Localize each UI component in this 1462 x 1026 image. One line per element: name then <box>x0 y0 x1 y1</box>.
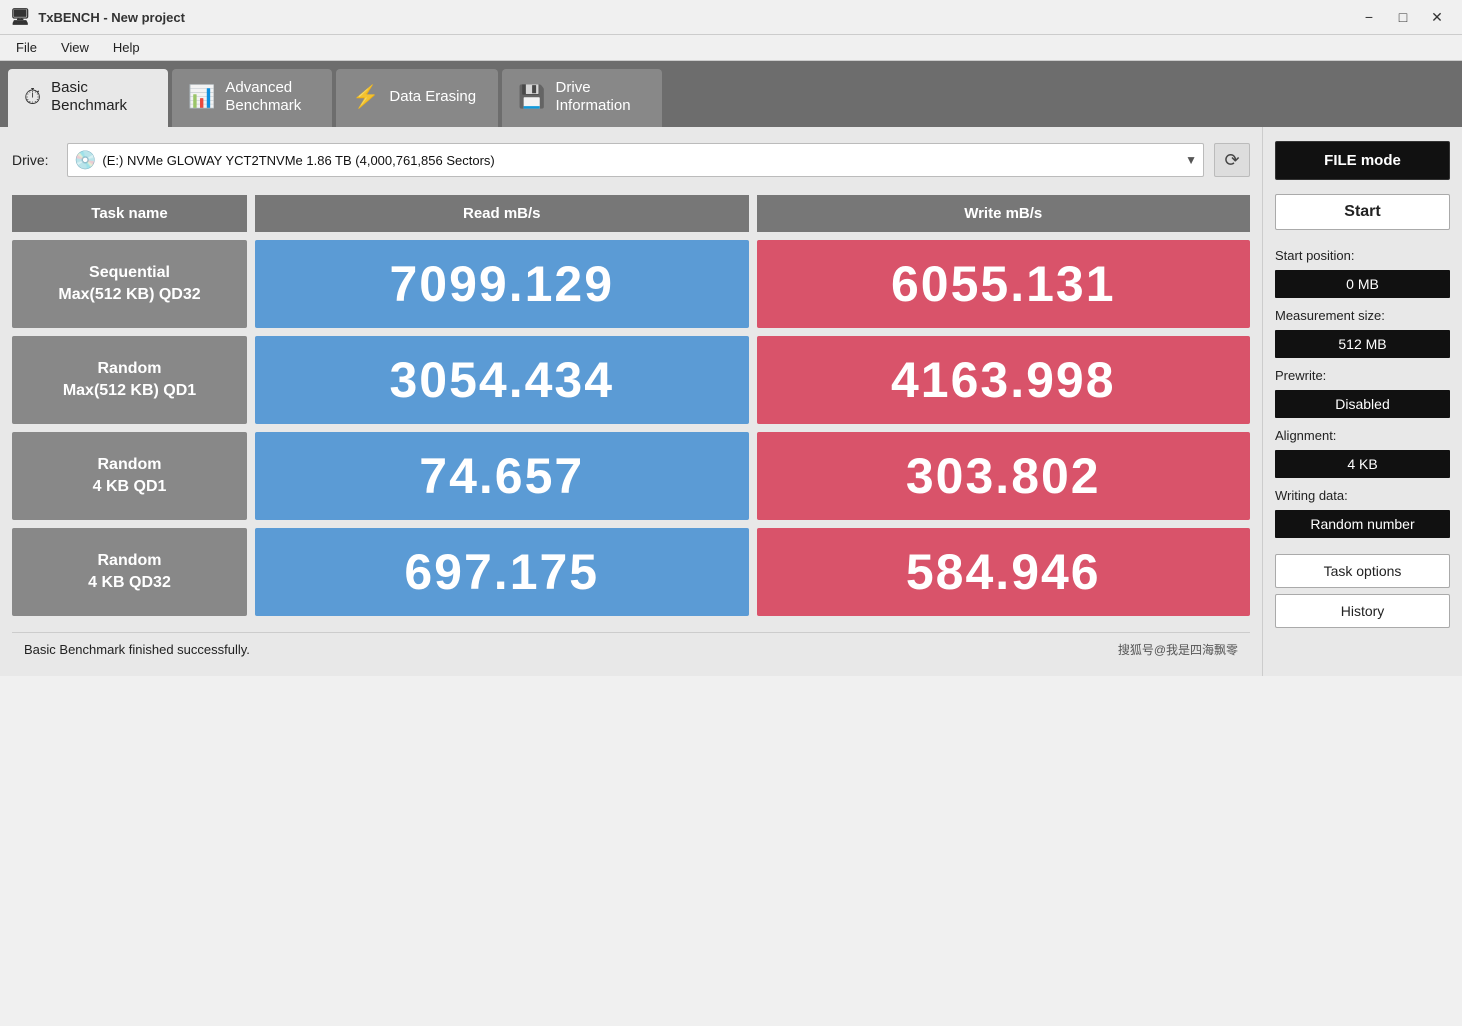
write-value-random-4k-qd1: 303.802 <box>757 432 1251 520</box>
task-name-random-512-qd1: RandomMax(512 KB) QD1 <box>12 336 247 424</box>
drive-select-icon: 💿 <box>74 150 96 171</box>
main-content: Drive: 💿 (E:) NVMe GLOWAY YCT2TNVMe 1.86… <box>0 127 1462 676</box>
measurement-size-label: Measurement size: <box>1275 308 1450 323</box>
drive-select-wrapper[interactable]: 💿 (E:) NVMe GLOWAY YCT2TNVMe 1.86 TB (4,… <box>67 143 1204 177</box>
writing-data-value: Random number <box>1275 510 1450 538</box>
left-panel: Drive: 💿 (E:) NVMe GLOWAY YCT2TNVMe 1.86… <box>0 127 1262 676</box>
right-panel: FILE mode Start Start position: 0 MB Mea… <box>1262 127 1462 676</box>
history-button[interactable]: History <box>1275 594 1450 628</box>
bench-header-write: Write mB/s <box>757 195 1251 232</box>
tab-drive-information[interactable]: 💾 DriveInformation <box>502 69 662 127</box>
measurement-size-value: 512 MB <box>1275 330 1450 358</box>
write-value-sequential: 6055.131 <box>757 240 1251 328</box>
read-value-random-512-qd1: 3054.434 <box>255 336 749 424</box>
menu-file[interactable]: File <box>6 37 47 58</box>
status-message: Basic Benchmark finished successfully. <box>24 642 250 657</box>
menu-help[interactable]: Help <box>103 37 150 58</box>
read-value-random-4k-qd32: 697.175 <box>255 528 749 616</box>
bench-header: Task name Read mB/s Write mB/s <box>12 195 1250 232</box>
table-row: Random4 KB QD32 697.175 584.946 <box>12 528 1250 616</box>
writing-data-label: Writing data: <box>1275 488 1450 503</box>
data-erasing-icon: ⚡ <box>352 84 379 110</box>
refresh-icon: ⟳ <box>1224 150 1239 171</box>
basic-benchmark-icon: ⏱ <box>24 84 41 110</box>
minimize-button[interactable]: − <box>1354 6 1384 28</box>
read-value-random-4k-qd1: 74.657 <box>255 432 749 520</box>
task-name-random-4k-qd32: Random4 KB QD32 <box>12 528 247 616</box>
tab-data-erasing[interactable]: ⚡ Data Erasing <box>336 69 498 127</box>
title-bar-controls: − □ ✕ <box>1354 6 1452 28</box>
tab-advanced-benchmark-label: AdvancedBenchmark <box>225 79 301 115</box>
table-row: SequentialMax(512 KB) QD32 7099.129 6055… <box>12 240 1250 328</box>
tab-basic-benchmark[interactable]: ⏱ BasicBenchmark <box>8 69 168 127</box>
watermark: 搜狐号@我是四海飘零 <box>1118 641 1238 658</box>
alignment-label: Alignment: <box>1275 428 1450 443</box>
title-bar: 🖥 TxBENCH - New project − □ ✕ <box>0 0 1462 35</box>
write-value-random-512-qd1: 4163.998 <box>757 336 1251 424</box>
advanced-benchmark-icon: 📊 <box>188 84 215 110</box>
status-bar: Basic Benchmark finished successfully. 搜… <box>12 632 1250 666</box>
tab-basic-benchmark-label: BasicBenchmark <box>51 79 127 115</box>
tab-drive-information-label: DriveInformation <box>556 79 631 115</box>
prewrite-label: Prewrite: <box>1275 368 1450 383</box>
maximize-button[interactable]: □ <box>1388 6 1418 28</box>
title-bar-left: 🖥 TxBENCH - New project <box>10 7 185 27</box>
app-icon: 🖥 <box>10 7 30 27</box>
drive-select-text: (E:) NVMe GLOWAY YCT2TNVMe 1.86 TB (4,00… <box>102 153 1179 168</box>
task-options-button[interactable]: Task options <box>1275 554 1450 588</box>
drive-dropdown-arrow: ▼ <box>1185 153 1197 167</box>
drive-label: Drive: <box>12 152 57 168</box>
tab-data-erasing-label: Data Erasing <box>389 88 476 106</box>
prewrite-value: Disabled <box>1275 390 1450 418</box>
table-row: RandomMax(512 KB) QD1 3054.434 4163.998 <box>12 336 1250 424</box>
start-button[interactable]: Start <box>1275 194 1450 230</box>
tab-bar: ⏱ BasicBenchmark 📊 AdvancedBenchmark ⚡ D… <box>0 61 1462 127</box>
bench-header-task: Task name <box>12 195 247 232</box>
bench-rows-wrapper: SequentialMax(512 KB) QD32 7099.129 6055… <box>12 240 1250 616</box>
menu-view[interactable]: View <box>51 37 99 58</box>
drive-row: Drive: 💿 (E:) NVMe GLOWAY YCT2TNVMe 1.86… <box>12 143 1250 177</box>
start-position-label: Start position: <box>1275 248 1450 263</box>
menu-bar: File View Help <box>0 35 1462 61</box>
start-btn-wrapper: Start <box>1275 194 1450 230</box>
window-title: TxBENCH - New project <box>38 10 185 25</box>
tab-advanced-benchmark[interactable]: 📊 AdvancedBenchmark <box>172 69 332 127</box>
bench-header-read: Read mB/s <box>255 195 749 232</box>
table-row: Random4 KB QD1 74.657 303.802 <box>12 432 1250 520</box>
write-value-random-4k-qd32: 584.946 <box>757 528 1251 616</box>
drive-information-icon: 💾 <box>518 84 545 110</box>
read-value-sequential: 7099.129 <box>255 240 749 328</box>
close-button[interactable]: ✕ <box>1422 6 1452 28</box>
start-position-value: 0 MB <box>1275 270 1450 298</box>
alignment-value: 4 KB <box>1275 450 1450 478</box>
task-name-random-4k-qd1: Random4 KB QD1 <box>12 432 247 520</box>
task-name-sequential: SequentialMax(512 KB) QD32 <box>12 240 247 328</box>
drive-refresh-button[interactable]: ⟳ <box>1214 143 1250 177</box>
file-mode-button[interactable]: FILE mode <box>1275 141 1450 180</box>
